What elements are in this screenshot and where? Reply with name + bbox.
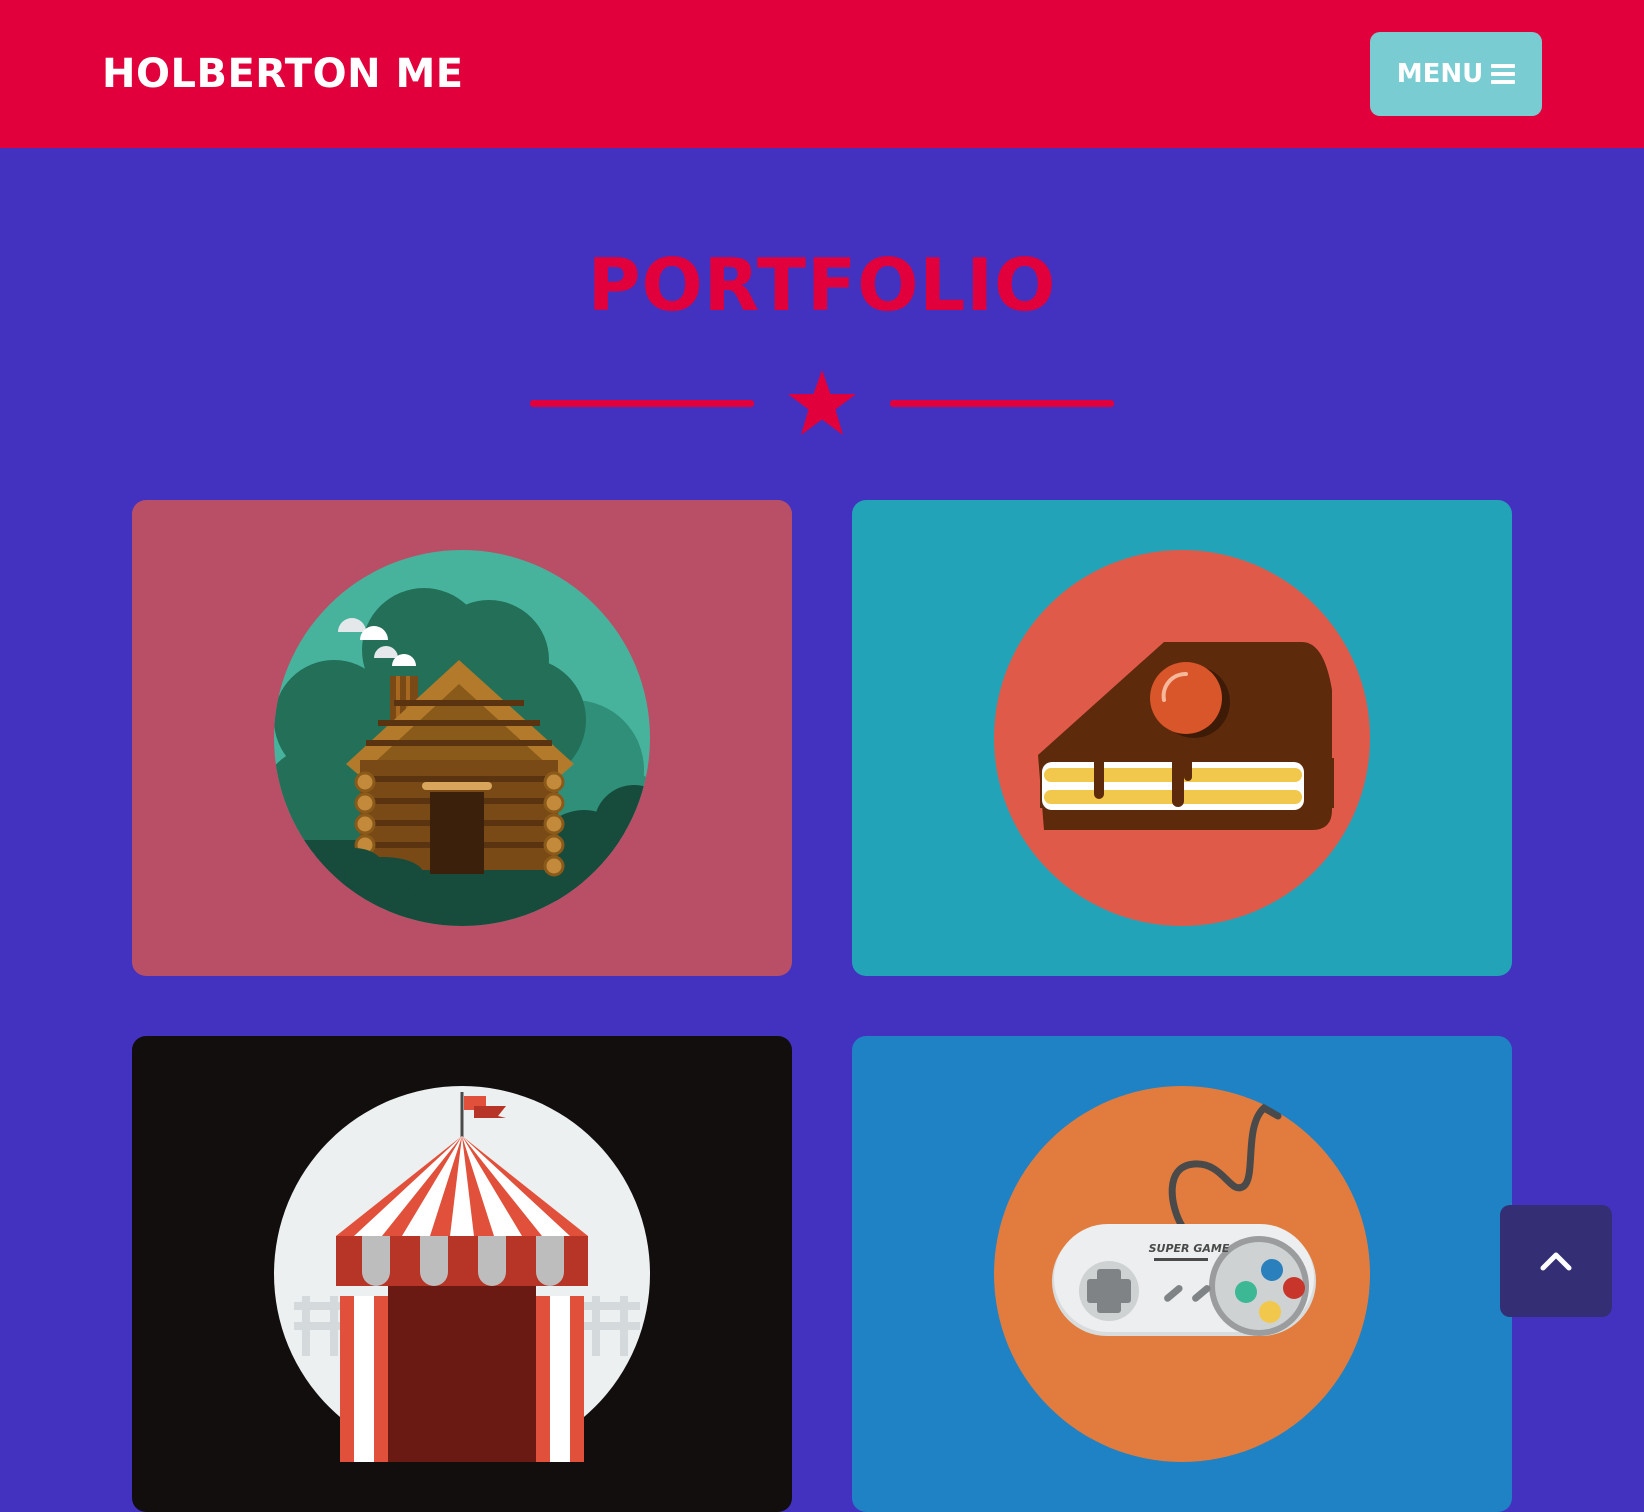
chevron-up-icon [1540,1252,1572,1271]
cabin-icon [274,550,650,926]
portfolio-item-circus[interactable] [132,1036,792,1512]
divider-line-left [530,400,754,407]
scroll-top-button[interactable] [1500,1205,1612,1317]
game-controller-icon: SUPER GAME [994,1086,1370,1462]
brand-link[interactable]: HOLBERTON ME [102,50,464,98]
page-title: PORTFOLIO [587,243,1057,327]
circus-tent-icon [274,1086,650,1462]
navbar: HOLBERTON ME MENU [0,0,1644,148]
menu-button[interactable]: MENU [1370,32,1542,116]
divider-line-right [890,400,1114,407]
cake-icon [994,550,1370,926]
portfolio-item-game[interactable]: SUPER GAME [852,1036,1512,1512]
controller-label: SUPER GAME [1149,1242,1230,1255]
hamburger-icon [1491,64,1516,84]
menu-label: MENU [1396,59,1484,89]
portfolio-item-cake[interactable] [852,500,1512,976]
portfolio-item-cabin[interactable] [132,500,792,976]
star-icon [788,370,856,435]
